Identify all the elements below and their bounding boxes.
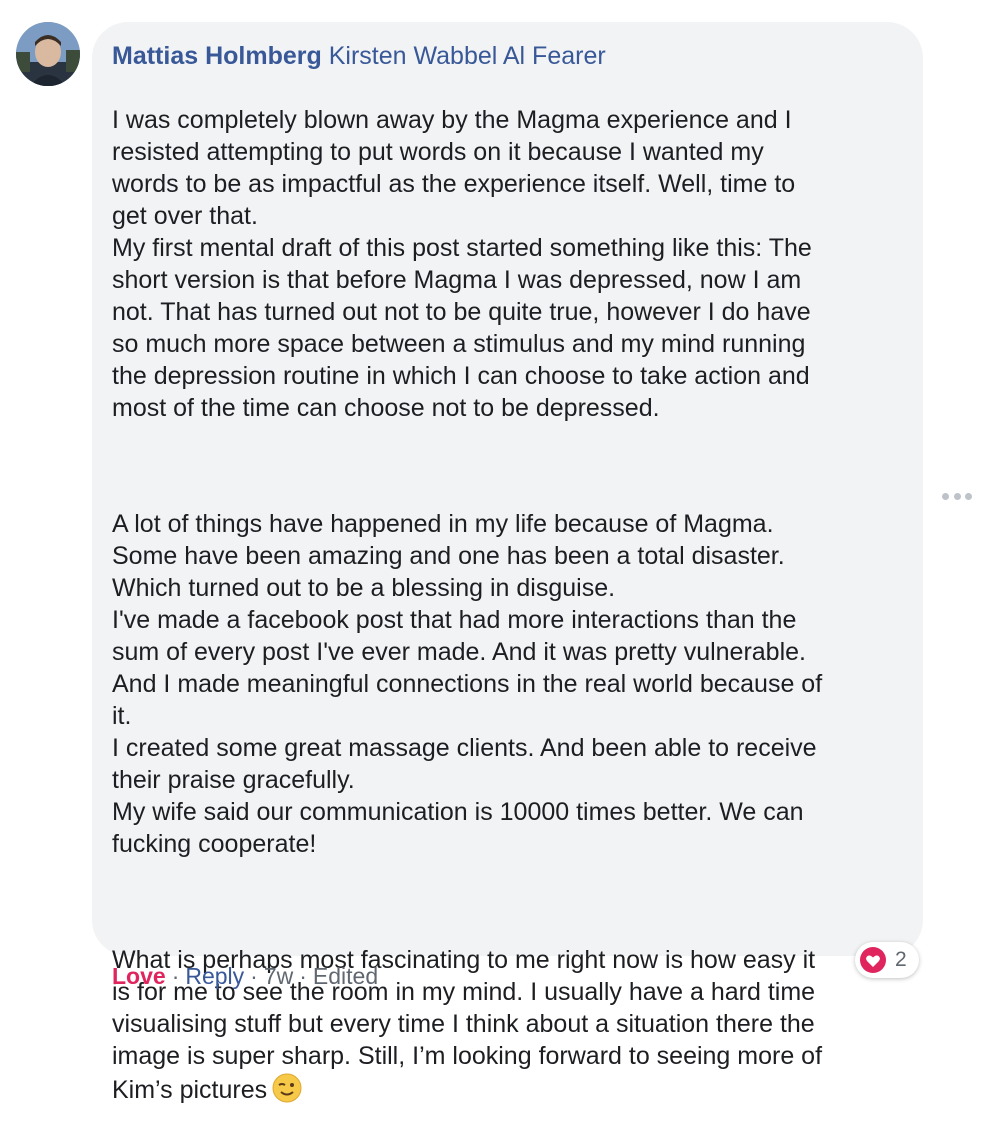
separator: · (250, 963, 258, 989)
reactions-badge[interactable]: 2 (855, 942, 919, 978)
comment-actions: Love · Reply · 7w · Edited (112, 960, 378, 992)
comment-bubble: Mattias Holmberg Kirsten Wabbel Al Feare… (92, 22, 923, 1104)
love-link[interactable]: Love (112, 963, 166, 989)
separator: · (171, 963, 180, 989)
author-name[interactable]: Mattias Holmberg (112, 42, 322, 70)
timestamp[interactable]: 7w (264, 963, 293, 989)
tagged-name[interactable]: Kirsten Wabbel Al Fearer (329, 42, 606, 70)
heart-icon (860, 947, 886, 973)
reaction-count: 2 (895, 948, 907, 971)
comment-paragraph: A lot of things have happened in my life… (112, 510, 823, 858)
edited-label[interactable]: Edited (313, 963, 378, 989)
ellipsis-icon[interactable] (942, 486, 972, 506)
reply-link[interactable]: Reply (185, 963, 244, 989)
comment-header: Mattias Holmberg Kirsten Wabbel Al Feare… (112, 40, 903, 72)
separator: · (299, 963, 307, 989)
winking-face-icon (271, 1072, 303, 1104)
comment-paragraph: I was completely blown away by the Magma… (112, 106, 812, 422)
avatar[interactable] (16, 22, 80, 86)
